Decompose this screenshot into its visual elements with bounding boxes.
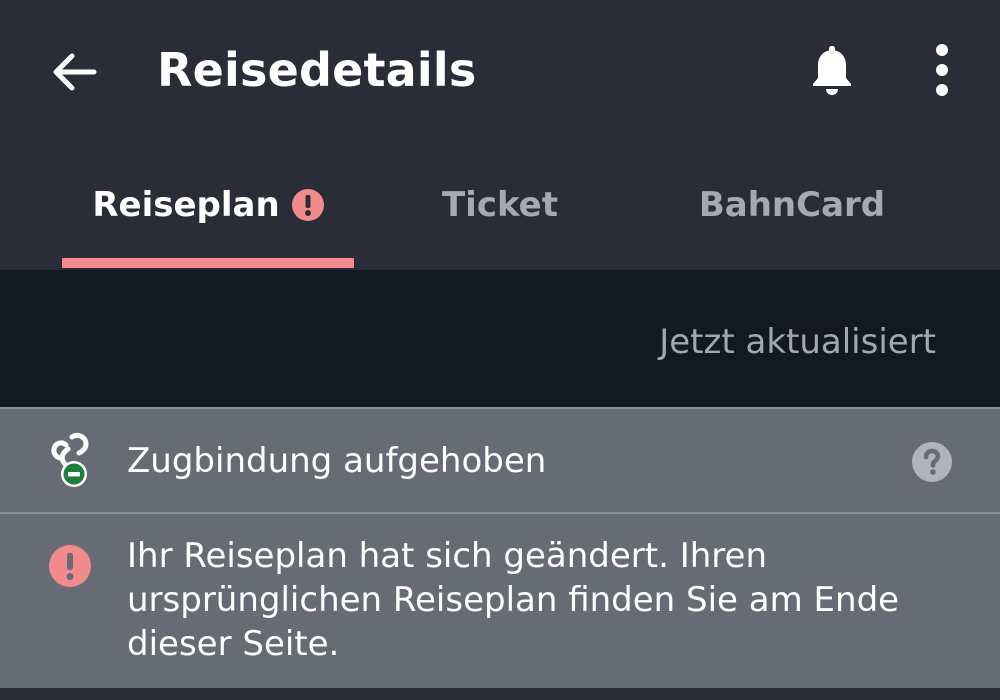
tab-label: Reiseplan <box>92 185 280 225</box>
tab-reiseplan[interactable]: Reiseplan <box>62 140 354 270</box>
unlinked-chain-icon <box>48 431 96 495</box>
app-root: Reisedetails Reiseplan Ticket BahnCard J… <box>0 0 1000 700</box>
notifications-button[interactable] <box>800 38 864 102</box>
page-title: Reisedetails <box>157 43 477 97</box>
more-options-button[interactable] <box>912 38 972 102</box>
notice-text: Zugbindung aufgehoben <box>127 441 547 481</box>
tab-bahncard[interactable]: BahnCard <box>646 140 938 270</box>
active-tab-indicator <box>62 258 354 268</box>
alert-icon <box>48 544 92 592</box>
tab-label: BahnCard <box>698 185 886 225</box>
help-icon[interactable] <box>912 442 952 482</box>
bottom-divider <box>0 688 1000 700</box>
tab-ticket[interactable]: Ticket <box>354 140 646 270</box>
more-vertical-icon <box>936 44 948 96</box>
status-band: Jetzt aktualisiert <box>0 270 1000 407</box>
arrow-left-icon <box>53 53 97 91</box>
last-updated-text: Jetzt aktualisiert <box>659 322 936 362</box>
notice-train-binding[interactable]: Zugbindung aufgehoben <box>0 407 1000 512</box>
back-button[interactable] <box>44 42 104 102</box>
bell-icon <box>813 46 851 95</box>
app-bar: Reisedetails <box>0 0 1000 140</box>
notice-plan-changed: Ihr Reiseplan hat sich geändert. Ihren u… <box>0 512 1000 690</box>
tab-label: Ticket <box>441 185 558 225</box>
notice-text: Ihr Reiseplan hat sich geändert. Ihren u… <box>127 536 900 664</box>
tab-bar: Reiseplan Ticket BahnCard <box>0 140 1000 270</box>
alert-icon <box>291 189 324 221</box>
